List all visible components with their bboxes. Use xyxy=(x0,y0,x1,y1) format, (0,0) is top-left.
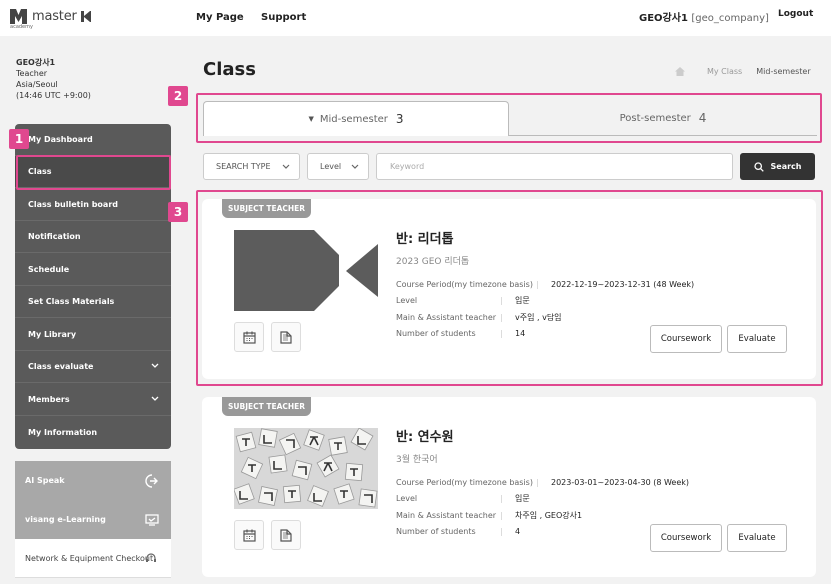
info-value: 4 xyxy=(515,527,521,537)
sidebar-item-label: My Dashboard xyxy=(28,135,93,144)
sidebar-item-label: Schedule xyxy=(28,265,70,274)
sidebar-extra-label: Network & Equipment Checkout xyxy=(25,553,154,563)
sidebar-item-class-evaluate[interactable]: Class evaluate xyxy=(15,351,171,383)
sidebar-visang-elearning[interactable]: visang e-Learning xyxy=(15,500,171,539)
sidebar-extra-label: visang e-Learning xyxy=(25,515,106,524)
brand-k-icon xyxy=(80,11,91,22)
sidebar-item-schedule[interactable]: Schedule xyxy=(15,254,171,286)
profile-block: GEO강사1 Teacher Asia/Seoul (14:46 UTC +9:… xyxy=(16,57,91,101)
schedule-button[interactable] xyxy=(234,520,264,550)
profile-timezone: Asia/Seoul xyxy=(16,80,58,89)
info-row: Level | 입문 xyxy=(396,494,530,504)
letter-tiles-image xyxy=(233,427,378,509)
breadcrumb-current: Mid-semester xyxy=(756,67,811,76)
brand-sub: academy xyxy=(10,24,33,30)
sidebar-network-check[interactable]: Network & Equipment Checkout xyxy=(15,539,171,578)
search-icon xyxy=(753,161,764,172)
sidebar-item-set-class-materials[interactable]: Set Class Materials xyxy=(15,286,171,318)
keyword-placeholder: Keyword xyxy=(390,162,425,171)
class-subtitle: 3월 한국어 xyxy=(396,455,438,465)
user-info: GEO강사1 [geo_company] xyxy=(639,9,769,24)
info-value: 차주임 , GEO강사1 xyxy=(515,510,583,520)
class-title[interactable]: 반: 연수원 xyxy=(396,426,454,445)
keyword-input[interactable]: Keyword xyxy=(376,153,733,180)
sidebar-item-class-bulletin-board[interactable]: Class bulletin board xyxy=(15,189,171,221)
breadcrumb-item[interactable]: My Class xyxy=(707,67,742,76)
nav-my-page[interactable]: My Page xyxy=(196,12,244,23)
info-row: Number of students | 4 xyxy=(396,527,521,537)
info-value: 입문 xyxy=(515,494,530,504)
level-select[interactable]: Level xyxy=(307,153,369,180)
annotation-number-3: 3 xyxy=(168,202,188,222)
sidebar-ai-speak[interactable]: AI Speak xyxy=(15,461,171,500)
sidebar-item-label: Notification xyxy=(28,232,81,241)
coursework-button[interactable]: Coursework xyxy=(650,524,722,552)
info-label: Level xyxy=(396,494,418,504)
search-label: Search xyxy=(770,162,802,171)
annotation-number-1: 1 xyxy=(9,129,29,149)
highlight-box-3 xyxy=(196,190,823,386)
class-thumbnail xyxy=(233,427,378,509)
nav-support[interactable]: Support xyxy=(261,12,306,23)
ai-speak-icon xyxy=(145,473,158,488)
chevron-down-icon xyxy=(151,363,159,368)
breadcrumb: My Class Mid-semester xyxy=(675,67,811,76)
sidebar-item-label: My Library xyxy=(28,330,77,339)
monitor-icon xyxy=(145,513,159,526)
logout-link[interactable]: Logout xyxy=(778,9,813,19)
highlight-box-2 xyxy=(196,93,822,143)
info-row: Course Period(my timezone basis) | 2023-03… xyxy=(396,477,690,487)
highlight-box-1 xyxy=(16,155,171,190)
sidebar-item-label: Class bulletin board xyxy=(28,200,118,209)
profile-role: Teacher xyxy=(16,69,48,78)
sidebar-item-my-library[interactable]: My Library xyxy=(15,319,171,351)
sidebar-extra-label: AI Speak xyxy=(25,476,65,485)
home-icon[interactable] xyxy=(675,67,685,76)
level-label: Level xyxy=(320,162,342,171)
sidebar-item-label: My Information xyxy=(28,427,98,437)
chevron-down-icon xyxy=(351,164,359,169)
sidebar-item-label: Members xyxy=(28,395,70,404)
profile-time: (14:46 UTC +9:00) xyxy=(16,91,91,100)
sidebar-item-my-dashboard[interactable]: My Dashboard xyxy=(15,124,171,156)
info-label: Main & Assistant teacher xyxy=(396,510,497,520)
sidebar-item-my-information[interactable]: My Information xyxy=(15,416,171,448)
sidebar-item-label: Class evaluate xyxy=(28,362,94,371)
logo-icon xyxy=(10,9,27,24)
info-label: Course Period(my timezone basis) xyxy=(396,477,533,487)
search-type-label: SEARCH TYPE xyxy=(216,162,271,171)
logo[interactable]: master xyxy=(10,9,91,24)
role-badge: SUBJECT TEACHER xyxy=(222,397,312,416)
class-info: Course Period(my timezone basis) | 2023-03… xyxy=(396,474,689,540)
search-type-select[interactable]: SEARCH TYPE xyxy=(203,153,300,180)
info-label: Number of students xyxy=(396,527,476,537)
user-name: GEO강사1 xyxy=(639,13,688,24)
sidebar-item-label: Set Class Materials xyxy=(28,297,115,306)
chevron-down-icon xyxy=(151,396,159,401)
calendar-icon xyxy=(242,529,256,542)
page-title: Class xyxy=(203,59,256,80)
sidebar-item-members[interactable]: Members xyxy=(15,384,171,416)
search-button[interactable]: Search xyxy=(740,153,815,180)
document-icon xyxy=(280,528,292,542)
headset-icon xyxy=(146,553,156,562)
top-bar: master academy My Page Support GEO강사1 [g… xyxy=(0,0,831,36)
info-row: Main & Assistant teacher | 차주임 , GEO강사1 xyxy=(396,510,583,520)
annotation-number-2: 2 xyxy=(168,86,188,106)
profile-name: GEO강사1 xyxy=(16,58,56,67)
materials-button[interactable] xyxy=(271,520,301,550)
evaluate-button[interactable]: Evaluate xyxy=(727,524,787,552)
info-value: 2023-03-01~2023-04-30 (8 Week) xyxy=(551,477,690,487)
class-card[interactable]: SUBJECT TEACHER 반: 연수원 3월 한국어 Course Per… xyxy=(202,397,816,577)
user-id: [geo_company] xyxy=(691,13,769,24)
brand-name: master xyxy=(32,9,77,24)
chevron-down-icon xyxy=(282,164,290,169)
sidebar-item-notification[interactable]: Notification xyxy=(15,221,171,253)
